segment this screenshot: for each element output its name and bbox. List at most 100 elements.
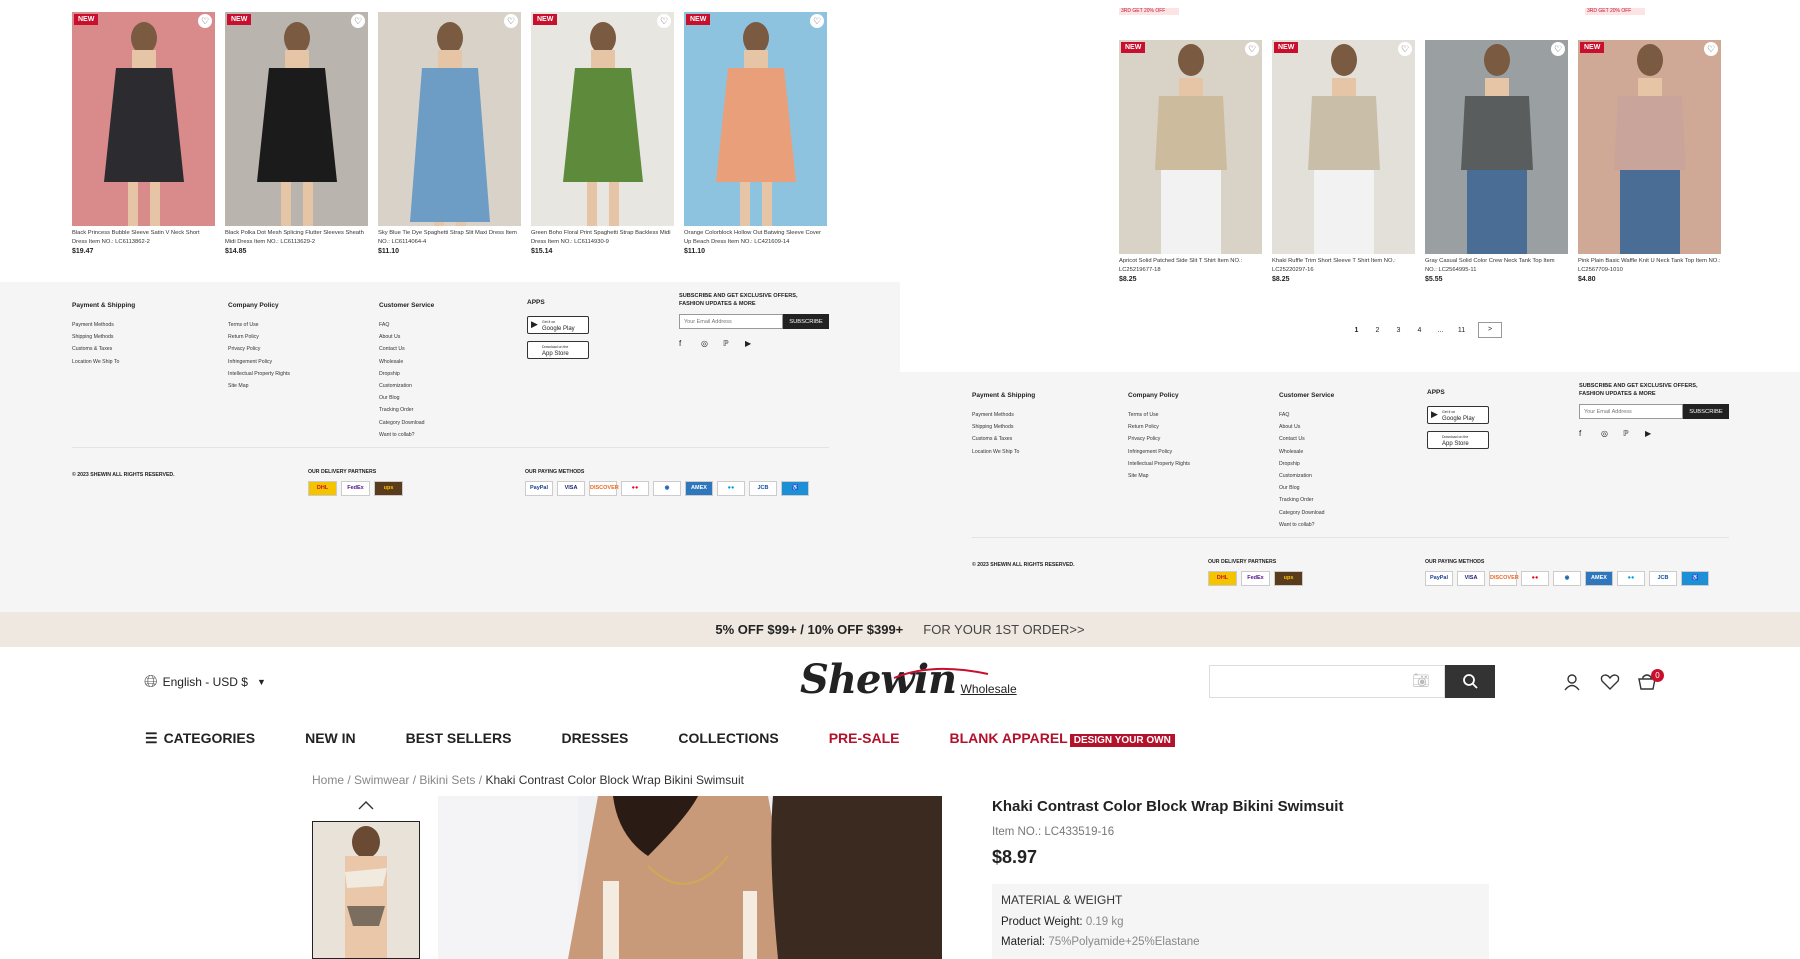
product-name[interactable]: Khaki Ruffle Trim Short Sleeve T Shirt I… [1272,257,1415,275]
nav-blank-apparel[interactable]: BLANK APPAREL DESIGN YOUR OWN [950,730,1175,747]
nav-new-in[interactable]: NEW IN [305,730,356,747]
footer-link[interactable]: Our Blog [1279,482,1334,494]
nav-pre-sale[interactable]: PRE-SALE [829,730,900,747]
instagram-icon[interactable]: ◎ [1601,429,1623,438]
footer-link[interactable]: Return Policy [1128,421,1190,433]
footer-link[interactable]: Intellectual Property Rights [228,368,290,380]
product-card[interactable]: NEW ♡ Orange Colorblock Hollow Out Batwing… [684,12,827,255]
google-play-button[interactable]: ▶ Get it on Google Play [527,316,589,334]
footer-link[interactable]: About Us [379,331,434,343]
product-main-image[interactable] [438,796,942,959]
product-card[interactable]: NEW ♡ Green Boho Floral Print Spaghetti St… [531,12,674,255]
product-card[interactable]: NEW ♡ Pink Plain Basic Waffle Knit U Neck … [1578,40,1721,283]
footer-link[interactable]: Shipping Methods [72,331,135,343]
page-11[interactable]: 11 [1451,327,1472,334]
footer-link[interactable]: Wholesale [379,356,434,368]
language-currency-selector[interactable]: 🌐︎ English - USD $ ▼ [144,672,266,692]
footer-link[interactable]: Intellectual Property Rights [1128,458,1190,470]
footer-link[interactable]: Customization [1279,470,1334,482]
nav-categories[interactable]: ☰ CATEGORIES [145,730,255,747]
search-input[interactable] [1209,665,1445,698]
product-name[interactable]: Pink Plain Basic Waffle Knit U Neck Tank… [1578,257,1721,275]
product-image[interactable]: NEW ♡ [531,12,674,226]
breadcrumb-swimwear[interactable]: Swimwear [354,773,409,787]
product-name[interactable]: Apricot Solid Patched Side Slit T Shirt … [1119,257,1262,275]
footer-link[interactable]: Location We Ship To [972,446,1035,458]
page-2[interactable]: 2 [1367,327,1388,334]
next-page-button[interactable]: > [1478,322,1502,338]
wishlist-heart-icon[interactable]: ♡ [657,14,671,28]
email-input[interactable] [1579,404,1683,419]
product-name[interactable]: Green Boho Floral Print Spaghetti Strap … [531,229,674,247]
instagram-icon[interactable]: ◎ [701,339,723,348]
footer-link[interactable]: Wholesale [1279,446,1334,458]
footer-link[interactable]: FAQ [1279,409,1334,421]
breadcrumb-bikini-sets[interactable]: Bikini Sets [419,773,475,787]
footer-link[interactable]: Site Map [228,380,290,392]
product-card[interactable]: ♡ Gray Casual Solid Color Crew Neck Tank … [1425,40,1568,283]
footer-link[interactable]: Site Map [1128,470,1190,482]
footer-link[interactable]: Contact Us [379,343,434,355]
product-image[interactable]: ♡ [378,12,521,226]
footer-link[interactable]: Return Policy [228,331,290,343]
product-image[interactable]: NEW ♡ [684,12,827,226]
email-input[interactable] [679,314,783,329]
footer-link[interactable]: FAQ [379,319,434,331]
wishlist-heart-icon[interactable]: ♡ [1398,42,1412,56]
footer-link[interactable]: Payment Methods [972,409,1035,421]
footer-link[interactable]: Dropship [1279,458,1334,470]
product-image[interactable]: NEW ♡ [72,12,215,226]
footer-link[interactable]: Contact Us [1279,433,1334,445]
thumbnail-up-arrow-icon[interactable] [358,800,374,810]
product-image[interactable]: NEW ♡ [225,12,368,226]
product-name[interactable]: Sky Blue Tie Dye Spaghetti Strap Slit Ma… [378,229,521,247]
app-store-button[interactable]: Download on the App Store [1427,431,1489,449]
nav-best-sellers[interactable]: BEST SELLERS [406,730,512,747]
footer-link[interactable]: Infringement Policy [1128,446,1190,458]
footer-link[interactable]: Customization [379,380,434,392]
nav-dresses[interactable]: DRESSES [561,730,628,747]
page-3[interactable]: 3 [1388,327,1409,334]
pinterest-icon[interactable]: ℙ [723,339,745,348]
app-store-button[interactable]: Download on the App Store [527,341,589,359]
search-button[interactable] [1445,665,1495,698]
footer-link[interactable]: Infringement Policy [228,356,290,368]
footer-link[interactable]: Privacy Policy [1128,433,1190,445]
youtube-icon[interactable]: ▶ [745,339,767,348]
product-image[interactable]: ♡ [1425,40,1568,254]
wishlist-heart-icon[interactable]: ♡ [351,14,365,28]
logo[interactable]: Shewin Wholesale [800,656,1017,703]
pinterest-icon[interactable]: ℙ [1623,429,1645,438]
heart-icon[interactable] [1600,673,1620,691]
promo-bar[interactable]: 5% OFF $99+ / 10% OFF $399+ FOR YOUR 1ST … [0,612,1800,647]
footer-link[interactable]: Tracking Order [379,404,434,416]
footer-link[interactable]: Want to collab? [379,429,434,441]
product-name[interactable]: Gray Casual Solid Color Crew Neck Tank T… [1425,257,1568,275]
breadcrumb-home[interactable]: Home [312,773,344,787]
page-1[interactable]: 1 [1346,327,1367,334]
footer-link[interactable]: About Us [1279,421,1334,433]
product-card[interactable]: NEW ♡ Khaki Ruffle Trim Short Sleeve T Shi… [1272,40,1415,283]
footer-link[interactable]: Payment Methods [72,319,135,331]
product-image[interactable]: NEW ♡ [1272,40,1415,254]
nav-collections[interactable]: COLLECTIONS [678,730,778,747]
product-image[interactable]: NEW ♡ [1119,40,1262,254]
wishlist-heart-icon[interactable]: ♡ [1245,42,1259,56]
page-4[interactable]: 4 [1409,327,1430,334]
footer-link[interactable]: Want to collab? [1279,519,1334,531]
footer-link[interactable]: Customs & Taxes [972,433,1035,445]
facebook-icon[interactable]: f [1579,429,1601,438]
product-name[interactable]: Black Polka Dot Mesh Splicing Flutter Sl… [225,229,368,247]
product-name[interactable]: Orange Colorblock Hollow Out Batwing Sle… [684,229,827,247]
footer-link[interactable]: Customs & Taxes [72,343,135,355]
wishlist-heart-icon[interactable]: ♡ [504,14,518,28]
footer-link[interactable]: Location We Ship To [72,356,135,368]
wishlist-heart-icon[interactable]: ♡ [1704,42,1718,56]
footer-link[interactable]: Privacy Policy [228,343,290,355]
wishlist-heart-icon[interactable]: ♡ [810,14,824,28]
product-card[interactable]: NEW ♡ Apricot Solid Patched Side Slit T Sh… [1119,40,1262,283]
facebook-icon[interactable]: f [679,339,701,348]
product-image[interactable]: NEW ♡ [1578,40,1721,254]
subscribe-button[interactable]: SUBSCRIBE [783,314,829,329]
product-card[interactable]: NEW ♡ Black Princess Bubble Sleeve Satin V… [72,12,215,255]
